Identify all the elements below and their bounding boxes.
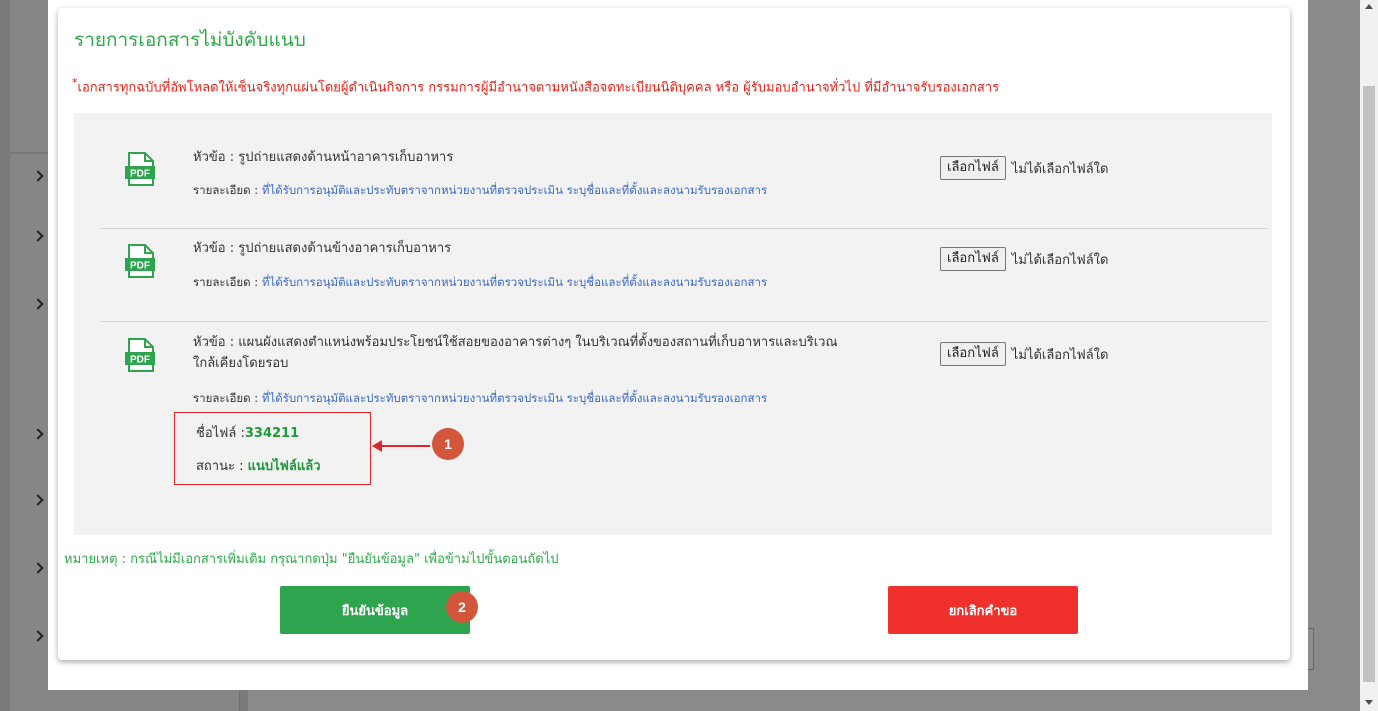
- doc-detail-prefix: รายละเอียด :: [193, 275, 262, 289]
- doc-title-text: รูปถ่ายแสดงด้านข้างอาคารเก็บอาหาร: [238, 241, 452, 256]
- pdf-icon-label: PDF: [130, 355, 150, 366]
- annotation-arrow: [380, 445, 430, 447]
- pdf-icon-label: PDF: [130, 261, 150, 272]
- file-picker: เลือกไฟล์ ไม่ได้เลือกไฟล์ใด: [940, 156, 1108, 180]
- doc-title: หัวข้อ : รูปถ่ายแสดงด้านหน้าอาคารเก็บอาห…: [193, 147, 453, 168]
- section-title: รายการเอกสารไม่บังคับแนบ: [74, 29, 306, 51]
- no-file-label: ไม่ได้เลือกไฟล์ใด: [1011, 347, 1109, 363]
- scroll-up-icon[interactable]: [1365, 4, 1373, 9]
- status-label: สถานะ :: [196, 459, 248, 474]
- file-name-label: ชื่อไฟล์ :: [196, 426, 245, 441]
- scroll-thumb[interactable]: [1363, 86, 1375, 682]
- no-file-label: ไม่ได้เลือกไฟล์ใด: [1011, 252, 1109, 268]
- doc-title: หัวข้อ : แผนผังแสดงตำแหน่งพร้อมประโยชน์ใ…: [193, 332, 838, 374]
- doc-detail: รายละเอียด : ที่ได้รับการอนุมัติและประทั…: [193, 182, 767, 200]
- doc-detail-text: ที่ได้รับการอนุมัติและประทับตราจากหน่วยง…: [261, 391, 768, 405]
- doc-detail-text: ที่ได้รับการอนุมัติและประทับตราจากหน่วยง…: [261, 183, 768, 197]
- page-scrollbar[interactable]: [1360, 0, 1378, 711]
- remark-text: หมายเหตุ : กรณีไม่มีเอกสารเพิ่มเติม กรุณ…: [64, 552, 559, 567]
- doc-detail-prefix: รายละเอียด :: [193, 183, 262, 197]
- file-picker: เลือกไฟล์ ไม่ได้เลือกไฟล์ใด: [940, 342, 1108, 366]
- doc-detail-text: ที่ได้รับการอนุมัติและประทับตราจากหน่วยง…: [261, 275, 768, 289]
- file-status-info: สถานะ : แนบไฟล์แล้ว: [196, 455, 321, 476]
- doc-title: หัวข้อ : รูปถ่ายแสดงด้านข้างอาคารเก็บอาห…: [193, 238, 451, 259]
- choose-file-button[interactable]: เลือกไฟล์: [940, 342, 1006, 366]
- notice-text: เอกสารทุกฉบับที่อัพโหลดให้เซ็นจริงทุกแผ่…: [77, 80, 1000, 96]
- doc-title-prefix: หัวข้อ :: [193, 150, 239, 165]
- status-value: แนบไฟล์แล้ว: [247, 459, 321, 474]
- row-divider: [100, 321, 1268, 322]
- pdf-icon: PDF: [125, 338, 155, 372]
- row-divider: [100, 228, 1268, 229]
- cancel-request-button[interactable]: ยกเลิกคำขอ: [888, 586, 1078, 634]
- file-picker: เลือกไฟล์ ไม่ได้เลือกไฟล์ใด: [940, 247, 1108, 271]
- doc-title-text: แผนผังแสดงตำแหน่งพร้อมประโยชน์ใช้สอยของอ…: [238, 335, 838, 350]
- choose-file-button[interactable]: เลือกไฟล์: [940, 156, 1006, 180]
- doc-title-prefix: หัวข้อ :: [193, 241, 239, 256]
- confirm-button[interactable]: ยืนยันข้อมูล: [280, 586, 470, 634]
- doc-title-prefix: หัวข้อ :: [193, 335, 239, 350]
- doc-title-text-line2: ใกล้เคียงโดยรอบ: [193, 356, 289, 371]
- step-badge-1: 1: [432, 428, 464, 460]
- file-name-info: ชื่อไฟล์ :334211: [196, 422, 299, 443]
- upload-notice: *เอกสารทุกฉบับที่อัพโหลดให้เซ็นจริงทุกแผ…: [72, 76, 999, 97]
- choose-file-button[interactable]: เลือกไฟล์: [940, 247, 1006, 271]
- pdf-icon: PDF: [125, 244, 155, 278]
- file-name-value: 334211: [244, 426, 300, 441]
- step-badge-2: 2: [446, 591, 478, 623]
- pdf-icon: PDF: [125, 152, 155, 186]
- scroll-down-icon[interactable]: [1365, 700, 1373, 705]
- pdf-icon-label: PDF: [130, 169, 150, 180]
- doc-detail: รายละเอียด : ที่ได้รับการอนุมัติและประทั…: [193, 274, 767, 292]
- doc-detail-prefix: รายละเอียด :: [193, 391, 262, 405]
- no-file-label: ไม่ได้เลือกไฟล์ใด: [1011, 161, 1109, 177]
- doc-title-text: รูปถ่ายแสดงด้านหน้าอาคารเก็บอาหาร: [238, 150, 454, 165]
- arrow-left-icon: [372, 440, 382, 452]
- doc-detail: รายละเอียด : ที่ได้รับการอนุมัติและประทั…: [193, 390, 767, 408]
